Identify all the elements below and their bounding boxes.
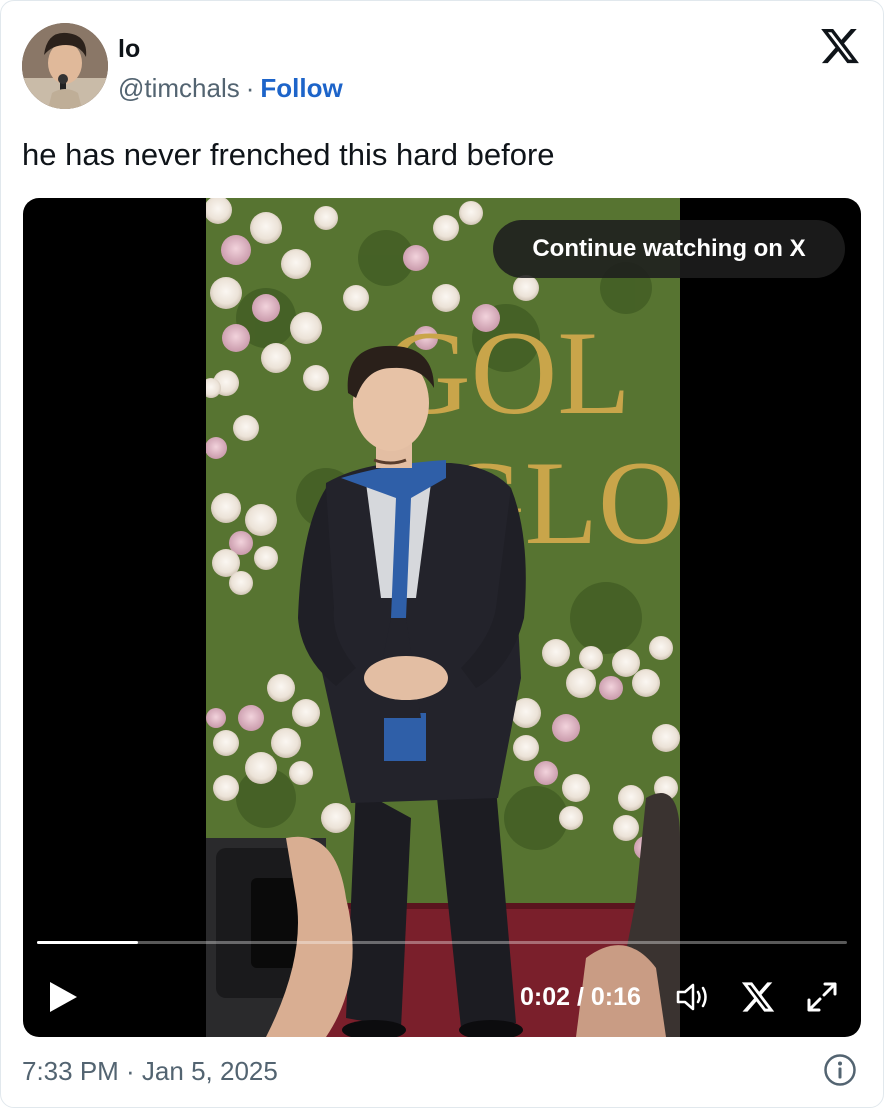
author-handle[interactable]: @timchals [118,73,240,103]
tweet-embed-card: lo @timchals · Follow he has never frenche… [0,0,884,1108]
play-icon[interactable] [47,980,79,1014]
info-icon[interactable] [823,1053,857,1087]
tweet-text: he has never frenched this hard before [22,137,555,172]
volume-icon[interactable] [675,981,711,1013]
handle-separator: · [245,73,255,103]
fullscreen-icon[interactable] [805,980,839,1014]
follow-link[interactable]: Follow [260,73,342,103]
video-player[interactable]: GOL GLO Continue watching on X 0:02 / 0:… [23,198,861,1037]
video-progress-bar[interactable] [37,941,847,944]
x-logo-icon[interactable] [819,25,861,67]
author-avatar[interactable] [22,23,108,109]
author-name[interactable]: lo [118,35,140,64]
video-progress-fill [37,941,139,944]
tweet-timestamp[interactable]: 7:33 PM · Jan 5, 2025 [22,1056,278,1087]
avatar-image [22,23,108,109]
video-time: 0:02 / 0:16 [520,983,641,1011]
x-brand-icon[interactable] [740,979,776,1015]
video-frame: GOL GLO [206,198,680,1037]
author-handle-row: @timchals · Follow [118,73,343,104]
continue-watching-button[interactable]: Continue watching on X [493,220,845,278]
